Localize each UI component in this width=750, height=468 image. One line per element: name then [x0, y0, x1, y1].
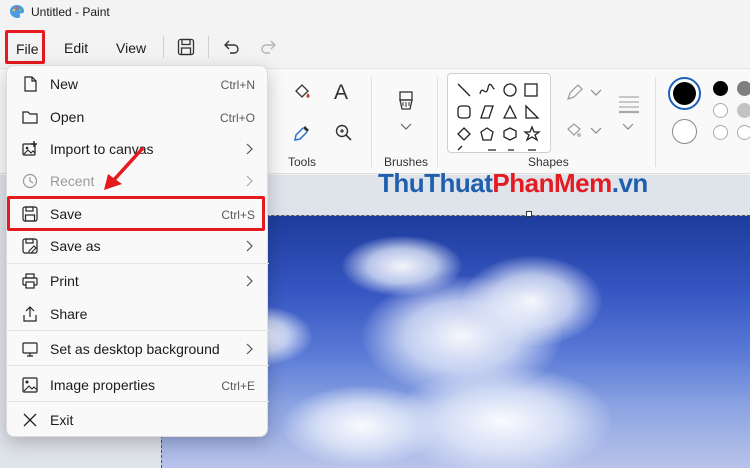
chevron-right-icon [246, 240, 253, 252]
shapes-gallery[interactable] [447, 73, 551, 153]
shape-outline-icon[interactable] [564, 83, 584, 103]
menu-item-exit[interactable]: Exit [7, 404, 269, 436]
brushes-group-label: Brushes [384, 155, 429, 169]
palette-light-gray[interactable] [737, 103, 750, 118]
shapes-grid [457, 83, 541, 151]
image-cloud [462, 256, 602, 346]
paint-app-icon [10, 5, 24, 18]
edit-menu[interactable]: Edit [64, 40, 88, 56]
new-file-icon [24, 76, 37, 92]
share-icon [23, 306, 37, 322]
ribbon-divider [371, 77, 372, 167]
menu-item-image-properties[interactable]: Image properties Ctrl+E [7, 369, 269, 401]
watermark: ThuThuatPhanMem.vn [378, 168, 648, 198]
menu-item-share[interactable]: Share [7, 298, 269, 330]
title-bar: Untitled - Paint [0, 0, 750, 26]
color-picker-icon[interactable] [292, 123, 312, 143]
menu-divider [7, 330, 269, 331]
chevron-down-icon[interactable] [590, 127, 602, 135]
save-highlight-box [7, 196, 265, 231]
image-properties-icon [22, 377, 38, 393]
fill-bucket-icon[interactable] [292, 82, 312, 102]
palette-black[interactable] [713, 81, 728, 96]
palette-empty[interactable] [737, 125, 750, 140]
menu-divider [7, 401, 269, 402]
menu-item-print[interactable]: Print [7, 265, 269, 297]
close-icon [23, 413, 37, 427]
menu-item-open[interactable]: Open Ctrl+O [7, 101, 269, 133]
annotation-arrow [104, 147, 144, 190]
import-icon [22, 141, 37, 156]
menu-divider [7, 263, 269, 264]
magnifier-icon[interactable] [334, 123, 354, 143]
folder-icon [22, 111, 38, 124]
view-menu[interactable]: View [116, 40, 146, 56]
menu-item-set-as-desktop-background[interactable]: Set as desktop background [7, 333, 269, 365]
redo-icon[interactable] [259, 37, 279, 57]
save-icon[interactable] [176, 37, 196, 57]
ribbon-divider [437, 77, 438, 167]
menu-item-new[interactable]: New Ctrl+N [7, 68, 269, 100]
tools-group-label: Tools [288, 155, 317, 169]
secondary-color-swatch[interactable] [672, 119, 697, 144]
toolbar-divider [208, 36, 209, 58]
resize-handle[interactable] [526, 211, 532, 217]
chevron-right-icon [246, 275, 253, 287]
ribbon-divider [655, 77, 656, 167]
text-tool-icon[interactable]: A [334, 81, 348, 105]
clock-icon [22, 173, 38, 189]
shapes-group-label: Shapes [528, 155, 569, 169]
printer-icon [22, 273, 38, 289]
chevron-down-icon[interactable] [590, 89, 602, 97]
chevron-right-icon [246, 175, 253, 187]
chevron-down-icon[interactable] [400, 123, 412, 131]
desktop-icon [22, 342, 38, 357]
shape-fill-icon[interactable] [564, 121, 584, 141]
primary-color-swatch[interactable] [668, 77, 701, 110]
menu-bar: Edit View [0, 26, 750, 68]
menu-item-save-as[interactable]: Save as [7, 230, 269, 262]
chevron-right-icon [246, 343, 253, 355]
line-size-icon[interactable] [617, 93, 641, 115]
palette-empty[interactable] [713, 125, 728, 140]
toolbar-divider [163, 36, 164, 58]
image-cloud [282, 386, 442, 466]
file-menu-button[interactable]: File [5, 30, 45, 64]
menu-divider [7, 365, 269, 366]
palette-white[interactable] [713, 103, 728, 118]
save-as-icon [22, 238, 38, 254]
undo-icon[interactable] [221, 37, 241, 57]
file-menu-dropdown: New Ctrl+N Open Ctrl+O Import to canvas … [6, 65, 269, 437]
chevron-right-icon [246, 143, 253, 155]
chevron-down-icon[interactable] [622, 123, 634, 131]
window-title: Untitled - Paint [31, 5, 110, 19]
palette-gray[interactable] [737, 81, 750, 96]
brush-icon[interactable] [395, 90, 417, 116]
